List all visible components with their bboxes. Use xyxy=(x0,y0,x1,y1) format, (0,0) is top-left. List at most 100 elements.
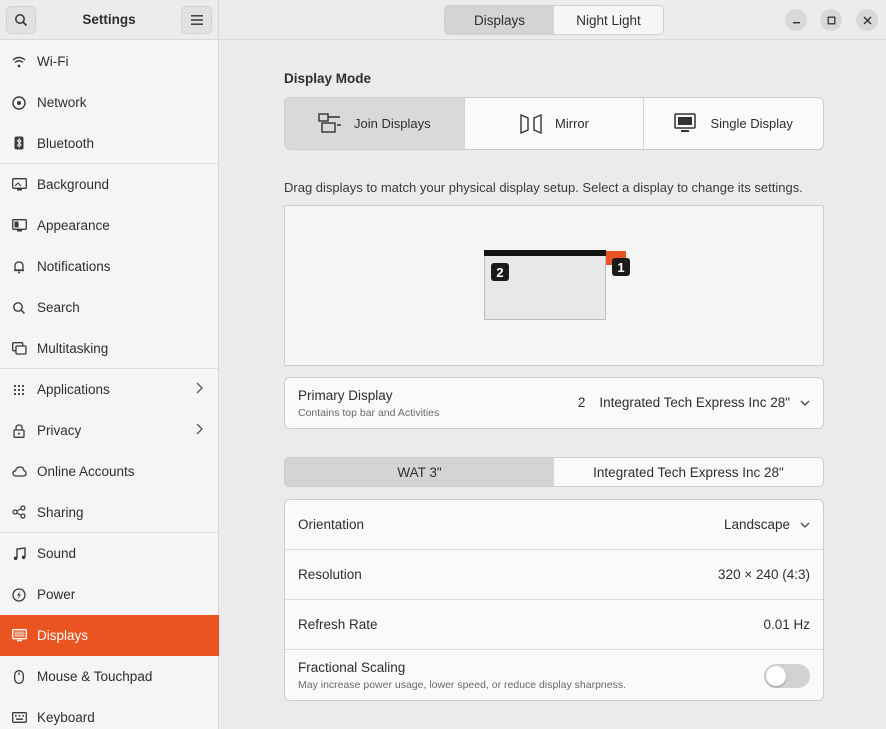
sidebar-item-label: Online Accounts xyxy=(37,464,135,479)
sidebar-item-label: Bluetooth xyxy=(37,135,95,151)
mirror-label: Mirror xyxy=(555,116,589,131)
network-icon xyxy=(11,95,27,111)
resolution-label: Resolution xyxy=(298,567,362,582)
sidebar-item-network[interactable]: Network xyxy=(0,82,219,123)
display-mode-selector: Join Displays Mirror Single Display xyxy=(284,97,824,150)
sidebar-item-label: Appearance xyxy=(37,218,110,233)
arrangement-hint: Drag displays to match your physical dis… xyxy=(284,180,803,195)
primary-display-value: 2 Integrated Tech Express Inc 28" xyxy=(578,395,810,410)
primary-display-card: Primary Display Contains top bar and Act… xyxy=(284,377,824,429)
chevron-right-icon xyxy=(196,423,203,438)
monitor-1-badge: 1 xyxy=(612,258,630,276)
sidebar-item-label: Background xyxy=(37,177,110,192)
wifi-icon xyxy=(11,54,27,70)
fractional-scaling-label: Fractional Scaling xyxy=(298,660,406,675)
sidebar-item-power[interactable]: Power xyxy=(0,574,219,615)
tab-displays[interactable]: Displays xyxy=(445,6,554,34)
refresh-rate-row[interactable]: Refresh Rate 0.01 Hz xyxy=(285,600,823,650)
minimize-icon xyxy=(792,21,800,23)
sidebar-item-label: Sound xyxy=(37,546,77,561)
view-switcher: Displays Night Light xyxy=(444,5,664,35)
toggle-knob xyxy=(766,666,786,686)
orientation-row[interactable]: Orientation Landscape xyxy=(285,500,823,550)
fractional-scaling-row: Fractional Scaling May increase power us… xyxy=(285,650,823,700)
sidebar-item-background[interactable]: Background xyxy=(0,164,219,205)
close-button[interactable] xyxy=(856,9,878,31)
chevron-down-icon xyxy=(800,397,810,409)
sidebar-item-label: Mouse & Touchpad xyxy=(37,669,153,684)
sidebar-item-sound[interactable]: Sound xyxy=(0,533,219,574)
refresh-rate-value: 0.01 Hz xyxy=(763,617,810,632)
display-icon xyxy=(11,628,27,644)
mirror-icon xyxy=(519,113,543,135)
music-note-icon xyxy=(11,546,27,562)
fractional-scaling-toggle[interactable] xyxy=(764,664,810,688)
sidebar: Settings Wi-Fi Network Bluetooth Backgro… xyxy=(0,0,219,729)
close-icon xyxy=(863,16,871,24)
sidebar-item-label: Sharing xyxy=(37,504,84,520)
tab-monitor-integrated[interactable]: Integrated Tech Express Inc 28" xyxy=(554,458,823,486)
primary-display-sublabel: Contains top bar and Activities xyxy=(298,407,440,419)
tab-monitor-wat[interactable]: WAT 3" xyxy=(285,458,554,486)
display-arrangement-area: 2 1 xyxy=(284,205,824,366)
maximize-button[interactable] xyxy=(820,9,842,31)
lock-icon xyxy=(11,423,27,439)
appearance-icon xyxy=(11,218,27,234)
search-icon xyxy=(11,300,27,316)
orientation-label: Orientation xyxy=(298,517,365,532)
power-icon xyxy=(11,587,27,603)
tab-night-light[interactable]: Night Light xyxy=(554,6,663,34)
sidebar-item-appearance[interactable]: Appearance xyxy=(0,205,219,246)
sidebar-item-label: Search xyxy=(37,300,80,315)
grid-icon xyxy=(11,382,27,398)
maximize-icon xyxy=(827,16,835,24)
cloud-icon xyxy=(11,464,27,480)
sidebar-item-label: Wi-Fi xyxy=(37,54,69,69)
minimize-button[interactable] xyxy=(785,9,807,31)
hamburger-menu-icon xyxy=(190,15,203,25)
fractional-scaling-sublabel: May increase power usage, lower speed, o… xyxy=(298,679,627,691)
sidebar-item-mouse-touchpad[interactable]: Mouse & Touchpad xyxy=(0,656,219,697)
single-display-button[interactable]: Single Display xyxy=(644,98,823,149)
join-displays-button[interactable]: Join Displays xyxy=(285,98,465,149)
sidebar-item-label: Power xyxy=(37,587,76,602)
sidebar-item-label: Keyboard xyxy=(37,710,95,725)
sidebar-item-label: Privacy xyxy=(37,423,82,438)
header-bar: Displays Night Light xyxy=(220,0,886,40)
monitor-2[interactable]: 2 xyxy=(484,250,606,320)
sidebar-item-displays[interactable]: Displays xyxy=(0,615,219,656)
resolution-value: 320 × 240 (4:3) xyxy=(718,567,810,582)
bell-icon xyxy=(11,259,27,275)
sidebar-item-wifi[interactable]: Wi-Fi xyxy=(0,41,219,82)
background-icon xyxy=(11,177,27,193)
monitor-settings-card: Orientation Landscape Resolution 320 × 2… xyxy=(284,499,824,701)
sidebar-list: Wi-Fi Network Bluetooth Background Appea… xyxy=(0,41,219,729)
sidebar-item-privacy[interactable]: Privacy xyxy=(0,410,219,451)
mirror-button[interactable]: Mirror xyxy=(465,98,645,149)
sidebar-item-search[interactable]: Search xyxy=(0,287,219,328)
main-content: Display Mode Join Displays Mirror Single… xyxy=(220,41,886,729)
bluetooth-icon xyxy=(11,135,27,151)
sidebar-item-label: Multitasking xyxy=(37,340,109,356)
primary-display-row[interactable]: Primary Display Contains top bar and Act… xyxy=(285,378,823,428)
sidebar-item-keyboard[interactable]: Keyboard xyxy=(0,697,219,729)
menu-button[interactable] xyxy=(181,6,212,34)
join-displays-label: Join Displays xyxy=(354,116,431,131)
sidebar-item-online-accounts[interactable]: Online Accounts xyxy=(0,451,219,492)
join-displays-icon xyxy=(318,112,342,135)
sidebar-item-applications[interactable]: Applications xyxy=(0,369,219,410)
resolution-row[interactable]: Resolution 320 × 240 (4:3) xyxy=(285,550,823,600)
sidebar-item-bluetooth[interactable]: Bluetooth xyxy=(0,123,219,164)
sidebar-header: Settings xyxy=(0,0,218,40)
sidebar-item-label: Network xyxy=(37,95,87,110)
sidebar-item-notifications[interactable]: Notifications xyxy=(0,246,219,287)
multitasking-icon xyxy=(11,340,27,356)
share-icon xyxy=(11,504,27,520)
keyboard-icon xyxy=(11,710,27,726)
chevron-right-icon xyxy=(196,382,203,397)
mouse-icon xyxy=(11,669,27,685)
top-bar-indicator xyxy=(484,250,606,256)
sidebar-item-label: Applications xyxy=(37,382,110,397)
sidebar-item-multitasking[interactable]: Multitasking xyxy=(0,328,219,369)
sidebar-item-sharing[interactable]: Sharing xyxy=(0,492,219,533)
